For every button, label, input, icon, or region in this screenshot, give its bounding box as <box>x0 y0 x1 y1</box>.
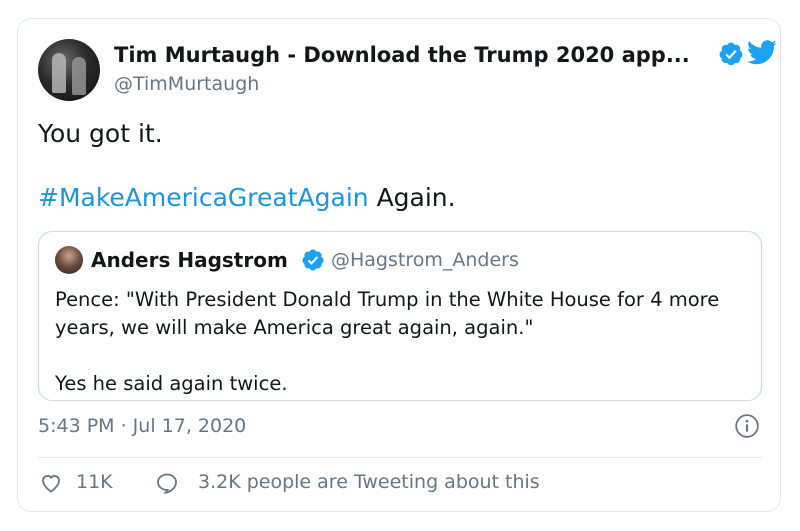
author-name[interactable]: Tim Murtaugh - Download the Trump 2020 a… <box>114 43 690 67</box>
tweeting-about-this-link[interactable]: 3.2K people are Tweeting about this <box>198 471 540 493</box>
tweet-text-line2: #MakeAmericaGreatAgain Again. <box>38 183 456 212</box>
quoted-author-handle: @Hagstrom_Anders <box>331 249 519 271</box>
info-icon[interactable] <box>734 413 760 439</box>
tweet-timestamp[interactable]: 5:43 PM · Jul 17, 2020 <box>38 415 246 437</box>
quoted-tweet-text-para1: Pence: "With President Donald Trump in t… <box>55 288 720 339</box>
speech-bubble-icon[interactable] <box>154 471 180 495</box>
tweet-text-line2-rest: Again. <box>368 183 456 212</box>
quoted-author-avatar <box>55 246 83 274</box>
quoted-author-name: Anders Hagstrom <box>91 248 288 272</box>
tweet-text-line1: You got it. <box>38 119 163 148</box>
author-handle[interactable]: @TimMurtaugh <box>114 73 259 95</box>
verified-badge-icon <box>719 42 743 66</box>
twitter-bird-icon[interactable] <box>746 37 778 67</box>
author-avatar[interactable] <box>38 39 100 101</box>
hashtag-link[interactable]: #MakeAmericaGreatAgain <box>38 183 369 212</box>
quoted-tweet-text-para2: Yes he said again twice. <box>55 372 288 395</box>
quoted-tweet-body: Pence: "With President Donald Trump in t… <box>55 286 745 398</box>
heart-icon[interactable] <box>38 471 64 495</box>
divider <box>38 457 762 458</box>
like-count[interactable]: 11K <box>76 471 113 493</box>
embedded-tweet-card: Tim Murtaugh - Download the Trump 2020 a… <box>17 18 781 512</box>
quoted-tweet[interactable]: Anders Hagstrom @Hagstrom_Anders Pence: … <box>38 231 762 401</box>
verified-badge-icon <box>302 249 324 271</box>
